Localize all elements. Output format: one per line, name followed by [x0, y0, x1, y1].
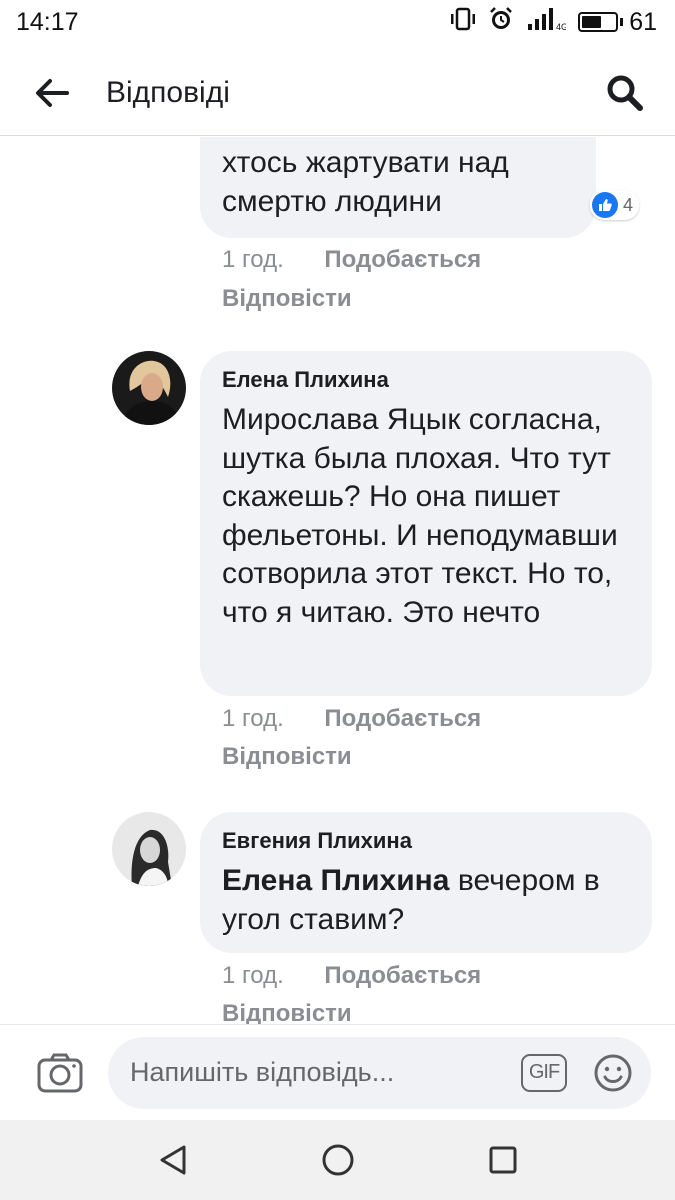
comment-text: Елена Плихина вечером в угол ставим?: [222, 862, 630, 939]
like-link[interactable]: Подобається: [324, 962, 481, 989]
gif-button[interactable]: GIF: [521, 1053, 567, 1092]
svg-text:4G: 4G: [556, 22, 566, 32]
comment-time: 1 год.: [222, 705, 284, 732]
reaction-badge[interactable]: 4: [590, 190, 640, 220]
reply-link[interactable]: Відповісти: [222, 1000, 352, 1024]
reply-link[interactable]: Відповісти: [222, 743, 352, 771]
status-bar: 14:17 4G 61: [0, 0, 675, 44]
status-icons: 4G 61: [450, 6, 657, 39]
battery-percent: 61: [629, 7, 657, 36]
emoji-button[interactable]: [591, 1051, 635, 1095]
reply-composer: GIF: [0, 1024, 675, 1120]
status-time: 14:17: [16, 7, 79, 36]
avatar[interactable]: [112, 812, 186, 886]
page-title: Відповіді: [106, 75, 230, 109]
square-recents-icon: [489, 1146, 516, 1174]
comment-time: 1 год.: [222, 246, 284, 273]
comment-meta: 1 год. Подобається: [222, 962, 481, 990]
reply-input[interactable]: [130, 1057, 511, 1088]
smiley-icon: [594, 1054, 632, 1091]
comment-author[interactable]: Евгения Плихина: [222, 828, 630, 854]
comment-meta: 1 год. Подобається: [222, 705, 481, 733]
camera-icon: [37, 1053, 83, 1092]
comment-meta: 1 год. Подобається: [222, 246, 481, 274]
nav-back-button[interactable]: [143, 1130, 203, 1190]
comment-thread: хтось жартувати над смертю людини 4 1 го…: [0, 137, 675, 1024]
back-button[interactable]: [22, 63, 82, 123]
vibrate-icon: [450, 7, 476, 38]
avatar[interactable]: [112, 351, 186, 425]
app-header: Відповіді: [0, 50, 675, 136]
comment-text: хтось жартувати над смертю людини: [222, 146, 509, 218]
battery-icon: [578, 12, 619, 32]
search-icon: [607, 75, 643, 111]
signal-icon: 4G: [526, 6, 568, 39]
comment-bubble: Евгения Плихина Елена Плихина вечером в …: [200, 812, 652, 953]
mention-link[interactable]: Елена Плихина: [222, 864, 450, 897]
nav-recents-button[interactable]: [473, 1130, 533, 1190]
reply-input-box[interactable]: GIF: [108, 1036, 651, 1109]
like-link[interactable]: Подобається: [324, 705, 481, 732]
comment-time: 1 год.: [222, 962, 284, 989]
comment-bubble: хтось жартувати над смертю людини: [200, 137, 596, 238]
arrow-left-icon: [36, 78, 69, 107]
nav-home-button[interactable]: [308, 1130, 368, 1190]
battery-indicator: 61: [578, 8, 657, 37]
camera-button[interactable]: [32, 1045, 88, 1101]
comment-author[interactable]: Елена Плихина: [222, 367, 630, 393]
like-reaction-icon: [592, 192, 618, 218]
reaction-count: 4: [623, 194, 634, 215]
comment-text: Мирослава Яцык согласна, шутка была плох…: [222, 403, 618, 629]
circle-home-icon: [322, 1144, 353, 1176]
comment-bubble: Елена Плихина Мирослава Яцык согласна, ш…: [200, 351, 652, 696]
search-button[interactable]: [595, 63, 655, 123]
like-link[interactable]: Подобається: [324, 246, 481, 273]
triangle-back-icon: [160, 1145, 185, 1175]
system-nav-bar: [0, 1120, 675, 1200]
reply-link[interactable]: Відповісти: [222, 285, 352, 313]
alarm-icon: [488, 6, 514, 39]
